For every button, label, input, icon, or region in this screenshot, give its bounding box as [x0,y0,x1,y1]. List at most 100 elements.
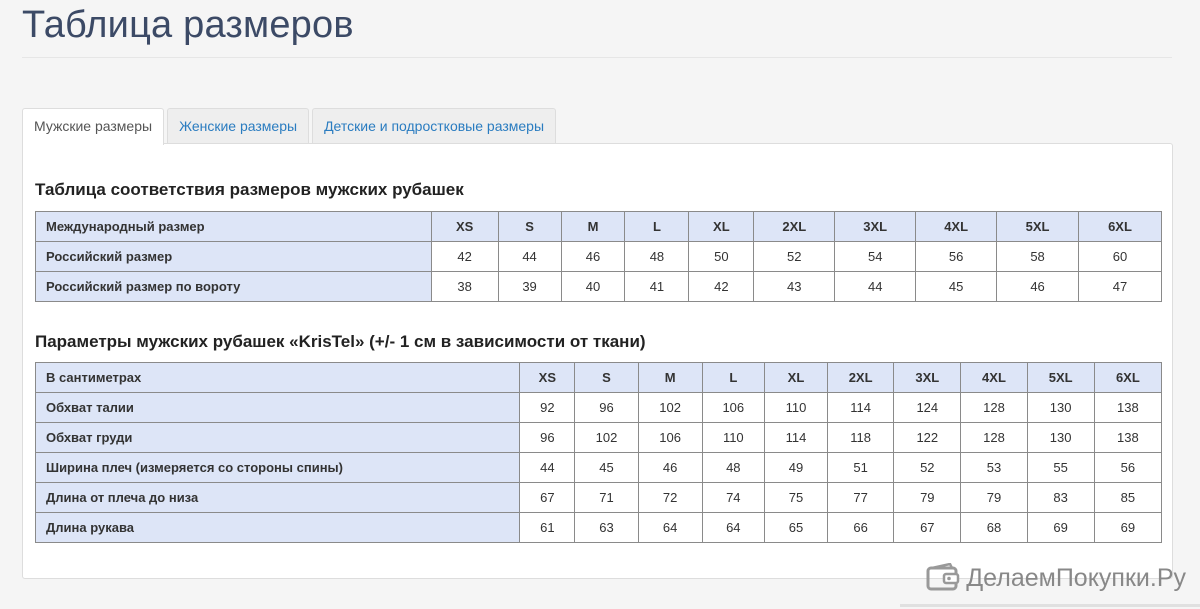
watermark-text: ДелаемПокупки.Ру [966,563,1186,592]
table-cell: 44 [497,241,562,272]
size-header-cell: 5XL [996,211,1080,242]
size-header-cell: 5XL [1026,362,1095,393]
table-cell: 63 [574,512,639,543]
table-cell: 50 [688,241,755,272]
section-heading-size-correspondence: Таблица соответствия размеров мужских ру… [35,180,464,199]
table-row: Российский размер 42 44 46 48 50 52 54 56 58 60 [35,241,1162,272]
table-cell: 110 [701,422,765,453]
table-cell: 79 [893,482,962,513]
table-cell: 77 [827,482,895,513]
tab-womens-sizes[interactable]: Женские размеры [167,108,310,144]
site-watermark: ДелаемПокупки.Ру [926,563,1186,593]
size-header-cell: 4XL [960,362,1028,393]
table-cell: 138 [1093,392,1163,423]
table-cell: 48 [701,452,765,483]
size-header-cell: 4XL [915,211,998,242]
table-cell: 69 [1093,512,1163,543]
row-label: Российский размер по вороту [35,271,432,302]
table-row: Российский размер по вороту 38 39 40 41 42 43 4… [35,271,1162,302]
size-header-cell: L [624,211,690,242]
size-header-cell: M [637,362,703,393]
tab-kids-sizes[interactable]: Детские и подростковые размеры [312,108,557,144]
footer-rule [900,604,1200,607]
table-cell: 49 [763,452,829,483]
table-cell: 42 [688,271,755,302]
table-cell: 60 [1078,241,1162,272]
table-cell: 41 [624,271,690,302]
table-cell: 92 [519,392,576,423]
size-header-cell: 2XL [753,211,836,242]
table-cell: 128 [960,422,1028,453]
row-label: В сантиметрах [34,362,521,393]
table-cell: 46 [637,452,703,483]
table-cell: 122 [893,422,962,453]
page: Таблица размеров Мужские размеры Женские… [0,0,1200,609]
size-header-cell: XS [430,211,499,242]
table-cell: 52 [893,452,962,483]
table-cell: 40 [560,271,626,302]
table-cell: 45 [574,452,639,483]
shirt-parameters-table: В сантиметрах XS S M L XL 2XL 3XL 4XL 5XL 6XL Обхва… [34,362,1163,543]
table-cell: 130 [1026,422,1095,453]
table-cell: 96 [574,392,639,423]
table-row: Длина от плеча до низа 67 71 72 74 75 77 79 79 83… [34,482,1163,513]
table-cell: 64 [701,512,765,543]
row-label: Длина от плеча до низа [34,482,521,513]
tab-mens-sizes[interactable]: Мужские размеры [22,108,165,145]
table-cell: 42 [430,241,499,272]
table-cell: 38 [430,271,499,302]
table-cell: 71 [574,482,639,513]
table-cell: 66 [827,512,895,543]
table-cell: 106 [637,422,703,453]
table-cell: 58 [996,241,1080,272]
table-cell: 51 [827,452,895,483]
wallet-icon [926,563,960,591]
table-cell: 118 [827,422,895,453]
row-label: Международный размер [35,211,432,242]
table-cell: 96 [519,422,576,453]
table-cell: 54 [834,241,917,272]
row-label: Обхват талии [34,392,521,423]
size-header-cell: S [574,362,639,393]
table-cell: 114 [827,392,895,423]
table-cell: 74 [701,482,765,513]
table-cell: 130 [1026,392,1095,423]
table-row: Ширина плеч (измеряется со стороны спины… [34,452,1163,483]
table-cell: 61 [519,512,576,543]
row-label: Длина рукава [34,512,521,543]
size-header-cell: XL [763,362,829,393]
table-cell: 67 [519,482,576,513]
table-cell: 102 [574,422,639,453]
table-cell: 138 [1093,422,1163,453]
table-row: Международный размер XS S M L XL 2XL 3XL 4XL 5XL 6… [35,211,1162,242]
size-header-cell: XL [688,211,755,242]
row-label: Ширина плеч (измеряется со стороны спины… [34,452,521,483]
tab-panel-mens: Таблица соответствия размеров мужских ру… [22,143,1173,579]
table-cell: 64 [637,512,703,543]
table-cell: 47 [1078,271,1162,302]
table-cell: 56 [1093,452,1163,483]
size-header-cell: M [560,211,626,242]
table-cell: 69 [1026,512,1095,543]
size-tabs: Мужские размеры Женские размеры Детские … [22,108,559,145]
table-cell: 65 [763,512,829,543]
table-cell: 44 [519,452,576,483]
table-cell: 68 [960,512,1028,543]
table-cell: 106 [701,392,765,423]
table-row: Обхват груди 96 102 106 110 114 118 122 128 130 13… [34,422,1163,453]
size-header-cell: 2XL [827,362,895,393]
table-cell: 56 [915,241,998,272]
table-row: Длина рукава 61 63 64 64 65 66 67 68 69 69 [34,512,1163,543]
table-cell: 39 [497,271,562,302]
table-cell: 43 [753,271,836,302]
size-header-cell: 3XL [834,211,917,242]
table-cell: 128 [960,392,1028,423]
size-header-cell: 6XL [1078,211,1162,242]
table-cell: 102 [637,392,703,423]
title-divider [22,57,1172,58]
table-cell: 44 [834,271,917,302]
table-cell: 72 [637,482,703,513]
size-header-cell: S [497,211,562,242]
size-header-cell: XS [519,362,576,393]
row-label: Обхват груди [34,422,521,453]
